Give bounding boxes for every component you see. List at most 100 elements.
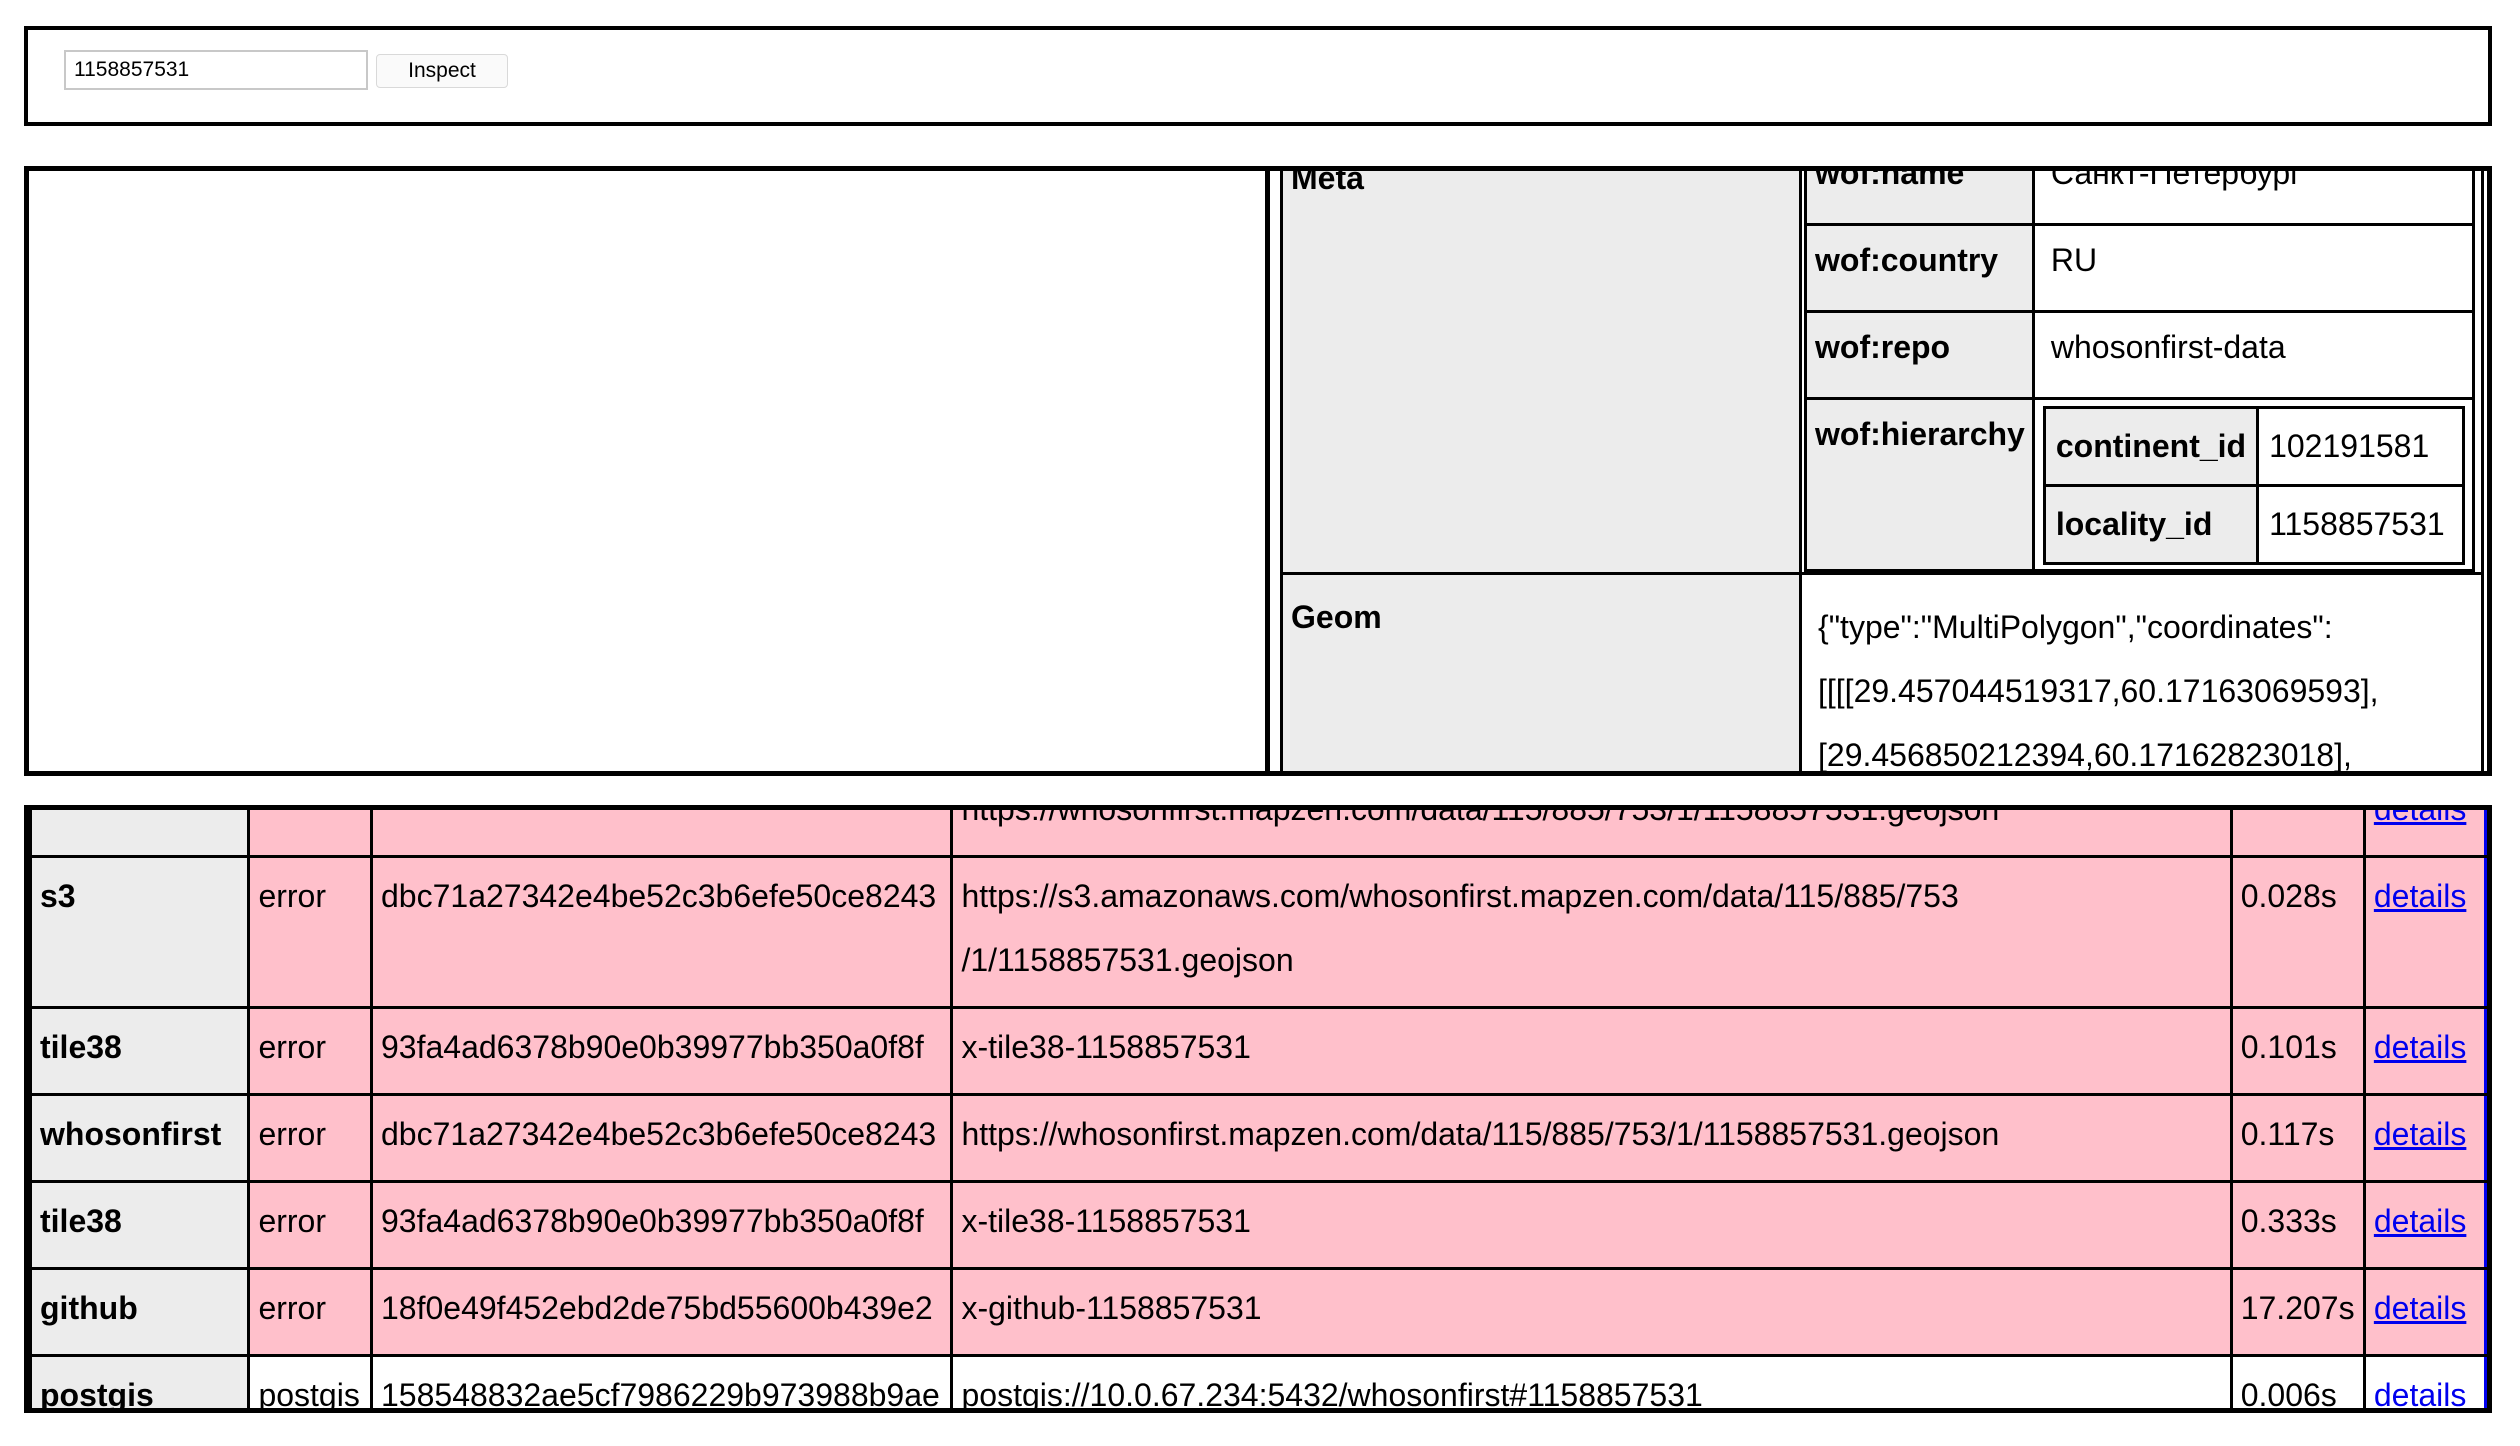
table-row: https://whosonfirst.mapzen.com/data/115/… bbox=[29, 805, 2487, 858]
status-cell: error bbox=[247, 1267, 373, 1357]
table-row: tile38 error 93fa4ad6378b90e0b39977bb350a0… bbox=[29, 1180, 2487, 1270]
search-input[interactable] bbox=[64, 50, 368, 90]
status-cell: postgis bbox=[247, 1354, 373, 1408]
details-link[interactable]: details bbox=[2374, 1203, 2467, 1239]
url-line: x-tile38-1158857531 bbox=[961, 1203, 1251, 1239]
details-link[interactable]: details bbox=[2374, 878, 2467, 914]
geom-json: {"type":"MultiPolygon","coordinates": [[… bbox=[1802, 575, 2481, 771]
property-key: wof:repo bbox=[1804, 310, 2035, 400]
time-cell: 0.028s bbox=[2229, 855, 2366, 1009]
url-line: x-tile38-1158857531 bbox=[961, 1029, 1251, 1065]
source-name-cell: tile38 bbox=[29, 1006, 251, 1096]
source-name-cell: s3 bbox=[29, 855, 251, 1009]
property-row: wof:country RU bbox=[1804, 223, 2476, 313]
hash-cell: 18f0e49f452ebd2de75bd55600b439e2 bbox=[369, 1267, 954, 1357]
table-row: tile38 error 93fa4ad6378b90e0b39977bb350a0… bbox=[29, 1006, 2487, 1096]
hash-cell: 158548832ae5cf7986229b973988b9ae bbox=[369, 1354, 954, 1408]
time-cell: 0.101s bbox=[2229, 1006, 2366, 1096]
property-value: RU bbox=[2031, 223, 2476, 313]
table-row: s3 error dbc71a27342e4be52c3b6efe50ce8243 h… bbox=[29, 855, 2487, 1009]
details-link[interactable]: details bbox=[2374, 1377, 2467, 1408]
table-row: github error 18f0e49f452ebd2de75bd55600b43… bbox=[29, 1267, 2487, 1357]
geom-line: [[[[29.457044519317,60.17163069593], bbox=[1818, 673, 2379, 709]
map-pane[interactable] bbox=[29, 171, 1270, 771]
url-cell: x-github-1158857531 bbox=[950, 1267, 2233, 1357]
time-cell: 17.207s bbox=[2229, 1267, 2366, 1357]
meta-table: Meta wof:name Санкт-Петербург wof:countr… bbox=[1280, 171, 2484, 771]
hierarchy-item: continent_id 102191581 bbox=[2042, 406, 2466, 487]
geom-line: {"type":"MultiPolygon","coordinates": bbox=[1818, 609, 2333, 645]
url-line: https://whosonfirst.mapzen.com/data/115/… bbox=[961, 1116, 2000, 1152]
time-cell bbox=[2229, 810, 2366, 858]
hash-cell: 93fa4ad6378b90e0b39977bb350a0f8f bbox=[369, 1006, 954, 1096]
table-row: postgis postgis 158548832ae5cf7986229b9739… bbox=[29, 1354, 2487, 1413]
url-line: /1/1158857531.geojson bbox=[961, 942, 1294, 978]
hash-cell: 93fa4ad6378b90e0b39977bb350a0f8f bbox=[369, 1180, 954, 1270]
details-link[interactable]: details bbox=[2374, 1116, 2467, 1152]
url-line: https://s3.amazonaws.com/whosonfirst.map… bbox=[961, 878, 1959, 914]
url-cell: x-tile38-1158857531 bbox=[950, 1180, 2233, 1270]
hash-cell: dbc71a27342e4be52c3b6efe50ce8243 bbox=[369, 1093, 954, 1183]
property-row: wof:repo whosonfirst-data bbox=[1804, 310, 2476, 400]
url-cell: https://s3.amazonaws.com/whosonfirst.map… bbox=[950, 855, 2233, 1009]
url-cell: postgis://10.0.67.234:5432/whosonfirst#1… bbox=[950, 1354, 2233, 1413]
details-link[interactable]: details bbox=[2374, 1029, 2467, 1065]
meta-row: Meta wof:name Санкт-Петербург wof:countr… bbox=[1280, 171, 2484, 575]
details-cell: details bbox=[2362, 1354, 2487, 1408]
details-cell: details bbox=[2362, 1093, 2487, 1183]
hierarchy-item-value: 102191581 bbox=[2256, 406, 2466, 487]
property-key: wof:country bbox=[1804, 223, 2035, 313]
time-cell: 0.117s bbox=[2229, 1093, 2366, 1183]
hierarchy-item: locality_id 1158857531 bbox=[2042, 484, 2466, 565]
results-panel[interactable]: https://whosonfirst.mapzen.com/data/115/… bbox=[24, 805, 2492, 1413]
hash-cell: dbc71a27342e4be52c3b6efe50ce8243 bbox=[369, 855, 954, 1009]
time-cell: 0.006s bbox=[2229, 1354, 2366, 1408]
inspect-button[interactable]: Inspect bbox=[376, 54, 508, 88]
url-line: postgis://10.0.67.234:5432/whosonfirst#1… bbox=[961, 1377, 1703, 1413]
url-cell: x-tile38-1158857531 bbox=[950, 1006, 2233, 1096]
url-line: x-github-1158857531 bbox=[961, 1290, 1262, 1326]
property-key: wof:name bbox=[1804, 171, 2035, 226]
url-line: https://whosonfirst.mapzen.com/data/115/… bbox=[961, 805, 2000, 827]
meta-label: Meta bbox=[1280, 171, 1802, 575]
url-cell: https://whosonfirst.mapzen.com/data/115/… bbox=[950, 1093, 2233, 1183]
source-name-cell: postgis bbox=[29, 1354, 251, 1408]
hierarchy-table: continent_id 102191581 locality_id 11588… bbox=[2042, 406, 2466, 565]
status-cell bbox=[247, 810, 373, 858]
details-link[interactable]: details bbox=[2374, 1290, 2467, 1326]
geom-row: Geom {"type":"MultiPolygon","coordinates… bbox=[1280, 572, 2484, 771]
properties-table: wof:name Санкт-Петербург wof:country RU … bbox=[1804, 171, 2476, 572]
status-cell: error bbox=[247, 1093, 373, 1183]
details-cell: details bbox=[2362, 1006, 2487, 1096]
hierarchy-row: wof:hierarchy continent_id 102191581 loc… bbox=[1804, 397, 2476, 572]
property-value: Санкт-Петербург bbox=[2031, 171, 2476, 226]
meta-pane[interactable]: Meta wof:name Санкт-Петербург wof:countr… bbox=[1270, 171, 2487, 771]
details-link[interactable]: details bbox=[2374, 810, 2467, 827]
source-name-cell bbox=[29, 810, 251, 858]
results-table: https://whosonfirst.mapzen.com/data/115/… bbox=[29, 805, 2487, 1413]
hierarchy-item-key: locality_id bbox=[2042, 484, 2260, 565]
details-cell: details bbox=[2362, 855, 2487, 1009]
details-cell: details bbox=[2362, 1180, 2487, 1270]
status-cell: error bbox=[247, 1006, 373, 1096]
hierarchy-item-value: 1158857531 bbox=[2256, 484, 2466, 565]
source-name-cell: whosonfirst bbox=[29, 1093, 251, 1183]
geom-label: Geom bbox=[1280, 572, 1802, 771]
property-row: wof:name Санкт-Петербург bbox=[1804, 171, 2476, 226]
status-cell: error bbox=[247, 1180, 373, 1270]
source-name-cell: tile38 bbox=[29, 1180, 251, 1270]
hash-cell bbox=[369, 810, 954, 858]
time-cell: 0.333s bbox=[2229, 1180, 2366, 1270]
hierarchy-item-key: continent_id bbox=[2042, 406, 2260, 487]
record-panel: Meta wof:name Санкт-Петербург wof:countr… bbox=[24, 166, 2492, 776]
hierarchy-key: wof:hierarchy bbox=[1804, 397, 2035, 572]
table-row: whosonfirst error dbc71a27342e4be52c3b6efe… bbox=[29, 1093, 2487, 1183]
property-value: whosonfirst-data bbox=[2031, 310, 2476, 400]
geom-line: [29.456850212394,60.17162823018], bbox=[1818, 737, 2352, 771]
source-name-cell: github bbox=[29, 1267, 251, 1357]
status-cell: error bbox=[247, 855, 373, 1009]
url-cell: https://whosonfirst.mapzen.com/data/115/… bbox=[950, 805, 2233, 858]
details-cell: details bbox=[2362, 1267, 2487, 1357]
details-cell: details bbox=[2362, 810, 2487, 858]
search-panel: Inspect bbox=[24, 26, 2492, 126]
